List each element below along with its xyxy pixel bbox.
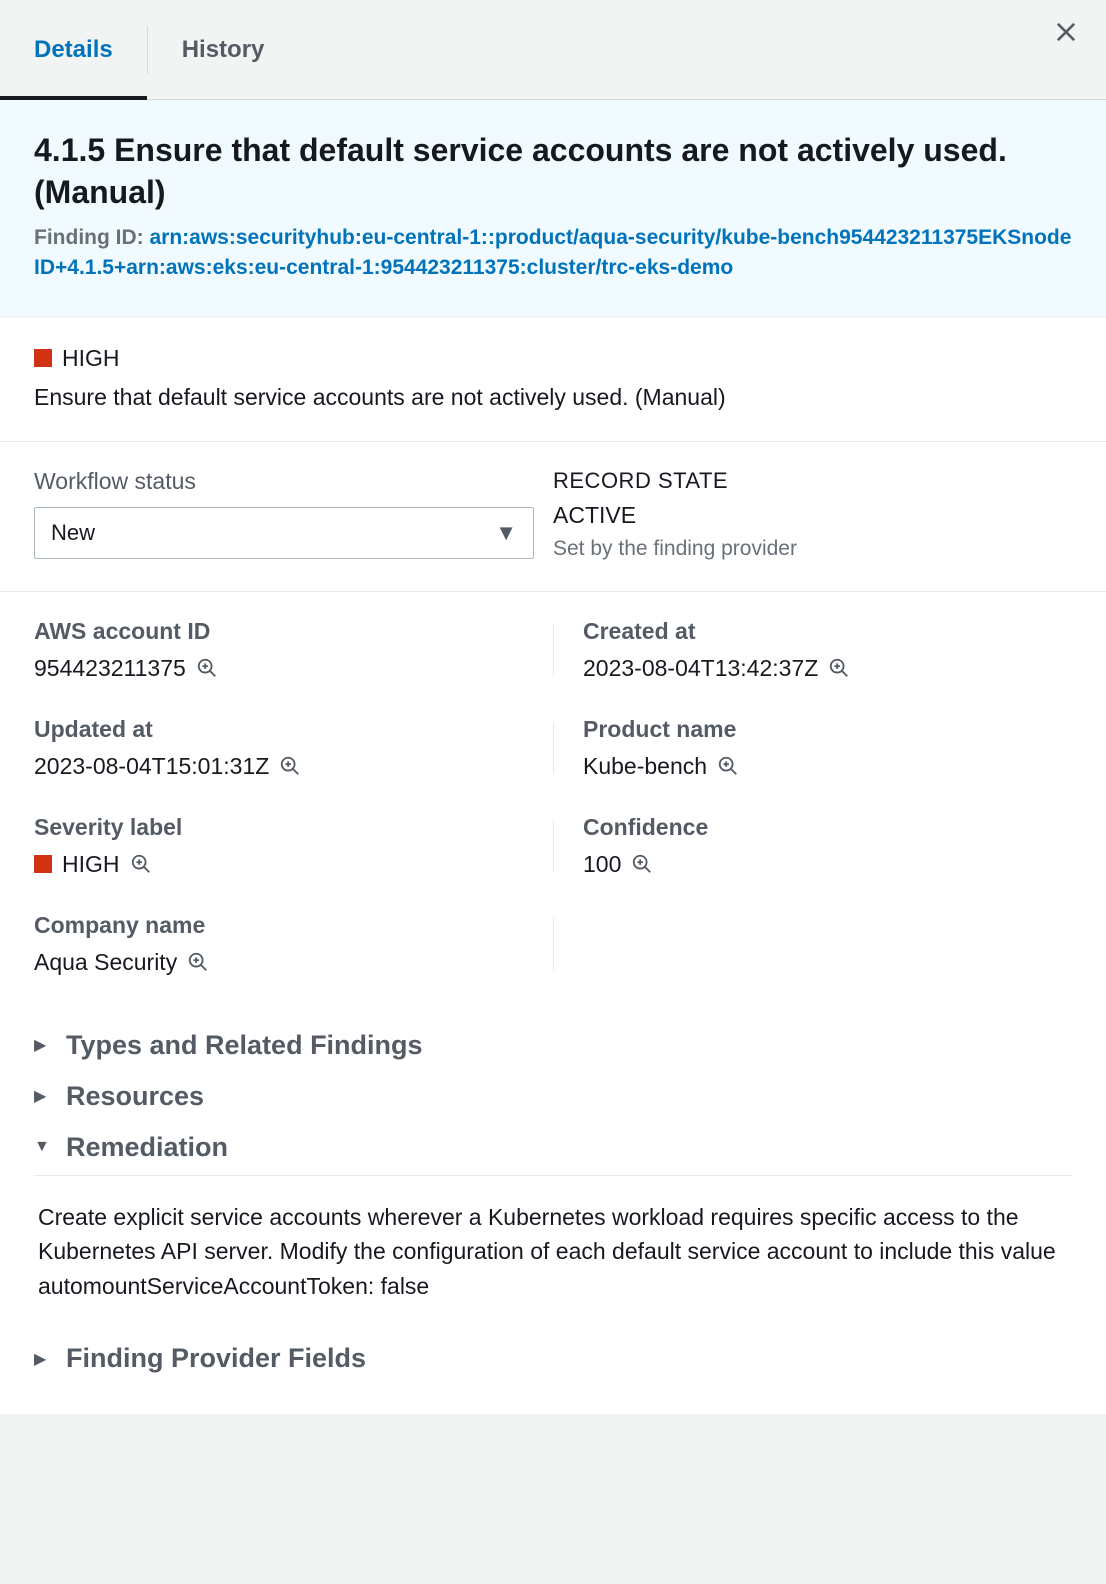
filter-icon[interactable]: [196, 657, 218, 679]
field-aws-account-id: AWS account ID 954423211375: [34, 618, 553, 716]
expander-provider-fields: ▶ Finding Provider Fields: [34, 1333, 1072, 1384]
severity-summary: HIGH Ensure that default service account…: [0, 317, 1106, 442]
finding-id-link[interactable]: arn:aws:securityhub:eu-central-1::produc…: [34, 226, 1071, 278]
filter-icon[interactable]: [828, 657, 850, 679]
field-label: AWS account ID: [34, 618, 553, 645]
filter-icon[interactable]: [631, 853, 653, 875]
field-label: Updated at: [34, 716, 553, 743]
expander-title: Finding Provider Fields: [66, 1343, 366, 1374]
expanders: ▶ Types and Related Findings ▶ Resources…: [0, 1020, 1106, 1415]
caret-right-icon: ▶: [34, 1035, 52, 1055]
field-label: Created at: [583, 618, 1072, 645]
field-company-name: Company name Aqua Security: [34, 912, 553, 1010]
field-label: Severity label: [34, 814, 553, 841]
field-value: 100: [583, 851, 621, 878]
filter-icon[interactable]: [279, 755, 301, 777]
remediation-text: Create explicit service accounts whereve…: [34, 1200, 1072, 1324]
expander-toggle[interactable]: ▼ Remediation: [34, 1132, 1072, 1176]
field-value: 2023-08-04T13:42:37Z: [583, 655, 818, 682]
field-value: HIGH: [62, 851, 120, 878]
field-product-name: Product name Kube-bench: [553, 716, 1072, 814]
close-icon: [1052, 18, 1080, 46]
close-button[interactable]: [1052, 18, 1080, 51]
field-empty: [553, 912, 1072, 1010]
tab-bar: Details History: [0, 0, 1106, 100]
caret-right-icon: ▶: [34, 1349, 52, 1369]
field-value: Aqua Security: [34, 949, 177, 976]
caret-right-icon: ▶: [34, 1086, 52, 1106]
field-updated-at: Updated at 2023-08-04T15:01:31Z: [34, 716, 553, 814]
expander-toggle[interactable]: ▶ Resources: [34, 1081, 1072, 1112]
field-label: Product name: [583, 716, 1072, 743]
finding-title: 4.1.5 Ensure that default service accoun…: [34, 130, 1072, 213]
finding-id-label: Finding ID:: [34, 226, 149, 249]
expander-title: Types and Related Findings: [66, 1030, 423, 1061]
caret-down-icon: ▼: [495, 520, 517, 546]
expander-types: ▶ Types and Related Findings: [34, 1020, 1072, 1071]
severity-indicator-icon: [34, 349, 52, 367]
finding-details-panel: Details History 4.1.5 Ensure that defaul…: [0, 0, 1106, 1414]
expander-title: Resources: [66, 1081, 204, 1112]
field-confidence: Confidence 100: [553, 814, 1072, 912]
field-severity-label: Severity label HIGH: [34, 814, 553, 912]
record-state-value: ACTIVE: [553, 502, 1072, 529]
expander-resources: ▶ Resources: [34, 1071, 1072, 1122]
filter-icon[interactable]: [130, 853, 152, 875]
field-label: Company name: [34, 912, 553, 939]
expander-remediation: ▼ Remediation Create explicit service ac…: [34, 1122, 1072, 1334]
workflow-status-value: New: [51, 520, 95, 546]
tab-details[interactable]: Details: [0, 0, 147, 99]
status-row: Workflow status New ▼ RECORD STATE ACTIV…: [0, 442, 1106, 592]
field-created-at: Created at 2023-08-04T13:42:37Z: [553, 618, 1072, 716]
expander-toggle[interactable]: ▶ Types and Related Findings: [34, 1030, 1072, 1061]
workflow-status-select[interactable]: New ▼: [34, 507, 534, 559]
severity-indicator-icon: [34, 855, 52, 873]
record-state-heading: RECORD STATE: [553, 468, 1072, 494]
field-label: Confidence: [583, 814, 1072, 841]
expander-toggle[interactable]: ▶ Finding Provider Fields: [34, 1343, 1072, 1374]
finding-id-line: Finding ID: arn:aws:securityhub:eu-centr…: [34, 223, 1072, 282]
field-value: 954423211375: [34, 655, 186, 682]
field-value: Kube-bench: [583, 753, 707, 780]
fields-block: AWS account ID 954423211375 Created at 2…: [0, 592, 1106, 1020]
tab-history[interactable]: History: [148, 0, 299, 99]
severity-description: Ensure that default service accounts are…: [34, 384, 1072, 411]
filter-icon[interactable]: [717, 755, 739, 777]
finding-header: 4.1.5 Ensure that default service accoun…: [0, 100, 1106, 317]
workflow-status-label: Workflow status: [34, 468, 553, 495]
caret-down-icon: ▼: [34, 1138, 52, 1156]
record-state-sub: Set by the finding provider: [553, 537, 1072, 561]
filter-icon[interactable]: [187, 951, 209, 973]
expander-title: Remediation: [66, 1132, 228, 1163]
severity-level: HIGH: [62, 345, 120, 372]
field-value: 2023-08-04T15:01:31Z: [34, 753, 269, 780]
